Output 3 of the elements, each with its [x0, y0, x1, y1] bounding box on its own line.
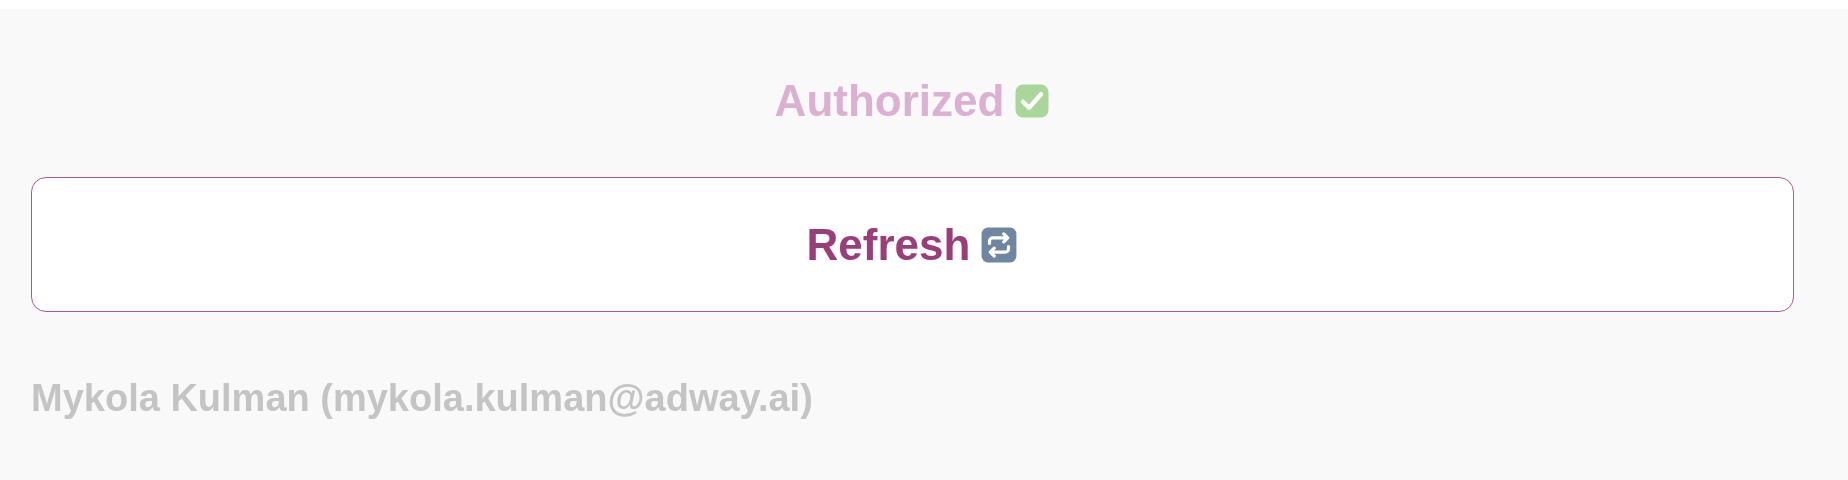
- refresh-button[interactable]: Refresh: [31, 177, 1794, 312]
- repeat-icon: [980, 225, 1019, 264]
- status-text: Authorized: [774, 76, 1005, 126]
